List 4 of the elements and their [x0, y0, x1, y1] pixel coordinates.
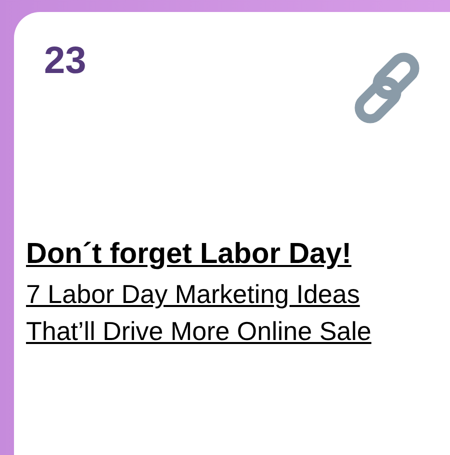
article-link[interactable]: That’ll Drive More Online Sale [26, 314, 372, 348]
article-link[interactable]: 7 Labor Day Marketing Ideas [26, 278, 372, 311]
day-number: 23 [44, 42, 86, 80]
headline: Don´t forget Labor Day! [26, 237, 352, 272]
